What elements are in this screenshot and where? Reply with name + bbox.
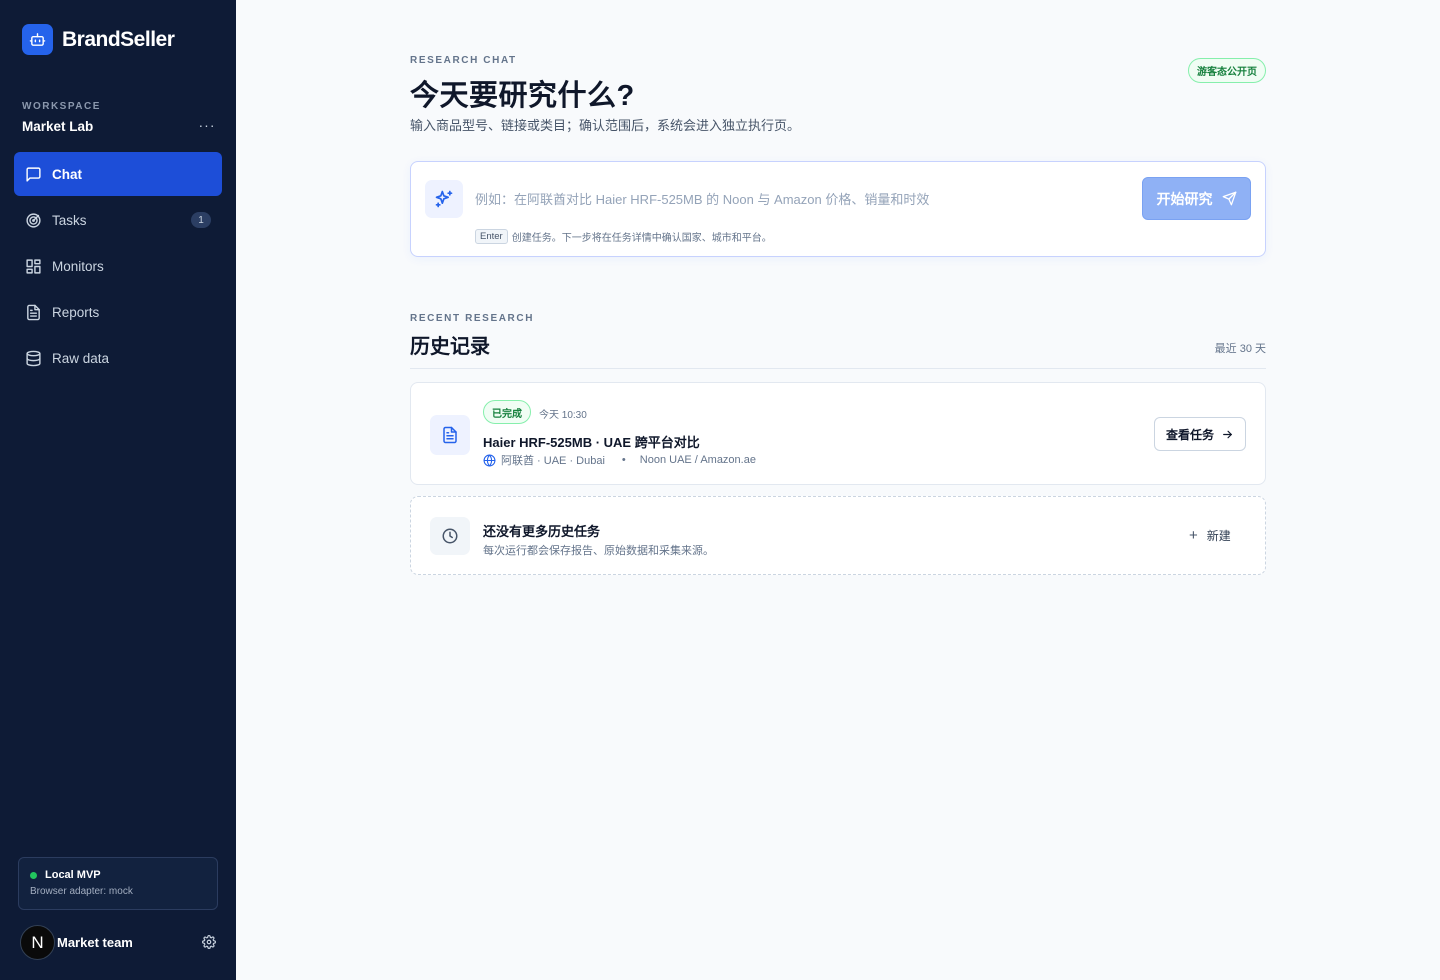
section-divider: [410, 368, 1266, 369]
tasks-count-badge: 1: [191, 212, 211, 228]
environment-status-card: Local MVP Browser adapter: mock: [18, 857, 218, 910]
history-task-card[interactable]: 已完成 今天 10:30 Haier HRF-525MB · UAE 跨平台对比…: [410, 382, 1266, 485]
chat-icon: [25, 166, 42, 183]
view-task-label: 查看任务: [1165, 427, 1214, 442]
clock-icon: [430, 517, 470, 555]
sidebar-item-chat[interactable]: Chat: [14, 152, 222, 196]
task-title: Haier HRF-525MB · UAE 跨平台对比: [483, 435, 700, 450]
sidebar-item-raw-data[interactable]: Raw data: [14, 336, 222, 380]
status-title: Local MVP: [45, 869, 101, 881]
status-badge: 已完成: [483, 400, 531, 424]
brand-name: BrandSeller: [62, 27, 175, 51]
recent-eyebrow: RECENT RESEARCH: [410, 313, 535, 324]
workspace-name: Market Lab: [22, 119, 94, 134]
sidebar-item-label: Chat: [52, 166, 82, 182]
avatar[interactable]: N: [20, 925, 55, 960]
target-icon: [25, 212, 42, 229]
composer-hint: Enter 创建任务。下一步将在任务详情中确认国家、城市和平台。: [475, 229, 772, 244]
task-location: 阿联酋 · UAE · Dubai: [501, 455, 605, 467]
sidebar-nav: Chat Tasks 1 Monitors Reports Raw data: [14, 152, 222, 382]
user-name: Market team: [57, 935, 133, 950]
empty-title: 还没有更多历史任务: [483, 524, 601, 539]
sidebar-item-label: Monitors: [52, 258, 104, 274]
sidebar: BrandSeller WORKSPACE Market Lab ··· Cha…: [0, 0, 236, 980]
task-timestamp: 今天 10:30: [539, 410, 587, 421]
sidebar-item-monitors[interactable]: Monitors: [14, 244, 222, 288]
start-research-button[interactable]: 开始研究: [1142, 177, 1251, 220]
workspace-label: WORKSPACE: [22, 101, 101, 112]
history-range: 最近 30 天: [1214, 343, 1266, 355]
page-title: 今天要研究什么?: [410, 80, 635, 112]
send-icon: [1222, 191, 1236, 206]
status-subtitle: Browser adapter: mock: [30, 886, 133, 897]
hero-eyebrow: RESEARCH CHAT: [410, 55, 517, 66]
task-meta: 阿联酋 · UAE · Dubai • Noon UAE / Amazon.ae: [483, 452, 756, 468]
sidebar-item-reports[interactable]: Reports: [14, 290, 222, 334]
grid-icon: [25, 258, 42, 275]
history-title: 历史记录: [410, 336, 490, 358]
new-task-label: 新建: [1206, 528, 1231, 543]
gear-icon[interactable]: [202, 935, 216, 949]
robot-logo-icon: [22, 24, 53, 55]
report-document-icon: [430, 415, 470, 455]
main-content: RESEARCH CHAT 今天要研究什么? 输入商品型号、链接或类目；确认范围…: [236, 0, 1440, 980]
sidebar-item-tasks[interactable]: Tasks 1: [14, 198, 222, 242]
enter-key-hint: Enter: [475, 229, 508, 244]
plus-icon: +: [1189, 526, 1198, 544]
start-research-label: 开始研究: [1156, 190, 1213, 207]
empty-history-card: 还没有更多历史任务 每次运行都会保存报告、原始数据和采集来源。 + 新建: [410, 496, 1266, 575]
meta-separator: •: [621, 454, 626, 466]
workspace-more-icon[interactable]: ···: [196, 114, 218, 136]
arrow-right-icon: [1223, 430, 1232, 438]
brand[interactable]: BrandSeller: [22, 24, 175, 55]
research-prompt-input[interactable]: [475, 187, 1125, 211]
new-task-button[interactable]: + 新建: [1183, 523, 1237, 547]
status-dot-icon: [30, 871, 37, 879]
sidebar-item-label: Tasks: [52, 212, 87, 228]
page-subtitle: 输入商品型号、链接或类目；确认范围后，系统会进入独立执行页。: [410, 118, 801, 133]
user-profile[interactable]: N Market team: [20, 925, 218, 960]
globe-icon: [483, 454, 496, 466]
guest-mode-badge: 游客态公开页: [1188, 58, 1266, 83]
sidebar-item-label: Reports: [52, 304, 100, 320]
task-platforms: Noon UAE / Amazon.ae: [639, 454, 756, 466]
empty-subtitle: 每次运行都会保存报告、原始数据和采集来源。: [483, 545, 714, 557]
view-task-button[interactable]: 查看任务: [1154, 417, 1246, 451]
sidebar-item-label: Raw data: [52, 350, 110, 366]
document-icon: [25, 304, 42, 321]
hint-text: 创建任务。下一步将在任务详情中确认国家、城市和平台。: [511, 233, 772, 244]
research-composer: 开始研究 Enter 创建任务。下一步将在任务详情中确认国家、城市和平台。: [410, 161, 1266, 257]
sparkles-icon: [425, 180, 463, 218]
database-icon: [25, 350, 42, 367]
